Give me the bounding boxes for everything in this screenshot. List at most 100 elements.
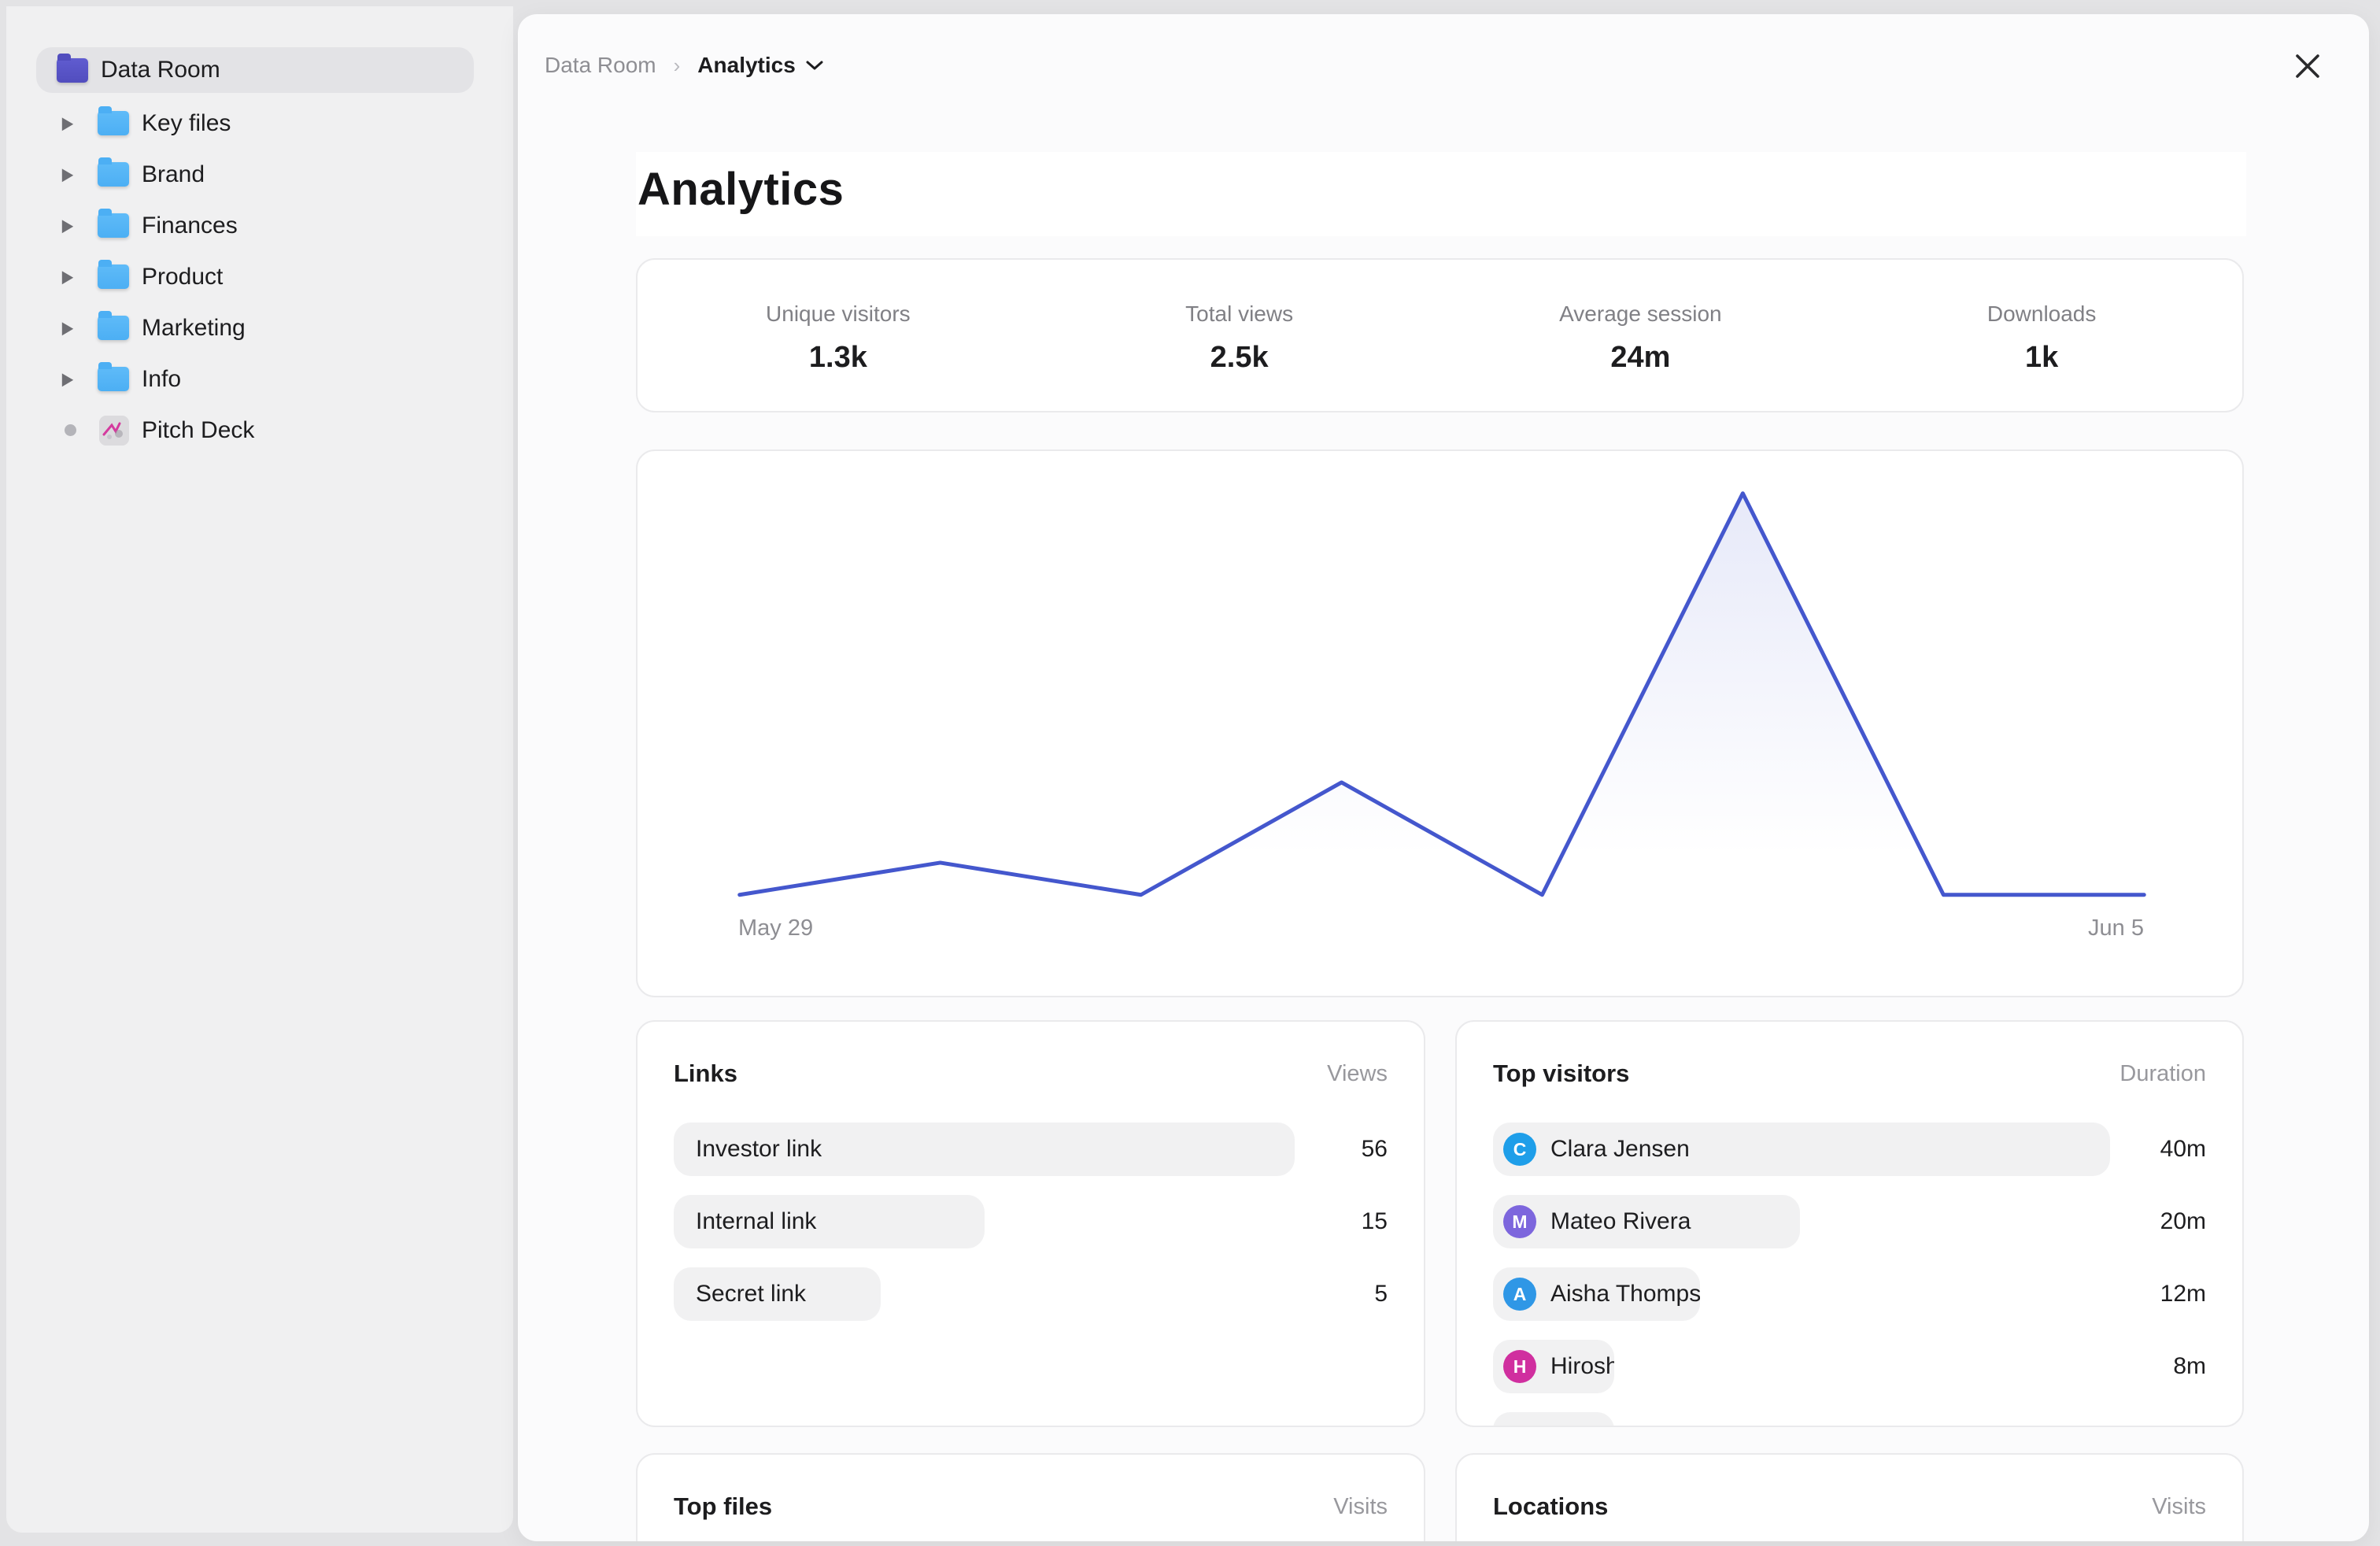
stat-label: Downloads xyxy=(1841,301,2242,327)
visitor-clara-jensen[interactable]: C Clara Jensen xyxy=(1493,1123,2110,1176)
link-row-investor: Investor link 56 xyxy=(674,1123,1388,1176)
chart-line xyxy=(740,494,2144,895)
breadcrumb-data-room[interactable]: Data Room xyxy=(545,53,656,78)
stat-value: 1k xyxy=(1841,341,2242,375)
visitors-duration-column: Duration xyxy=(2119,1061,2206,1087)
pitch-deck-thumbnail-icon xyxy=(99,416,129,446)
close-icon xyxy=(2293,51,2323,81)
sidebar-item-marketing[interactable]: ▶ Marketing xyxy=(6,302,513,353)
link-label: Investor link xyxy=(696,1136,822,1163)
locations-card: Locations Visits xyxy=(1455,1453,2244,1541)
visitor-row-clipped xyxy=(1493,1412,2206,1427)
link-label: Secret link xyxy=(696,1281,806,1307)
chevron-right-icon: ▶ xyxy=(62,319,74,336)
link-row-internal: Internal link 15 xyxy=(674,1195,1388,1248)
folder-icon xyxy=(98,111,129,135)
chart-area-fill xyxy=(740,494,2144,895)
title-band: Analytics xyxy=(636,152,2246,236)
sidebar-tree: ▶ Key files ▶ Brand ▶ Finances ▶ Product… xyxy=(6,98,513,456)
x-axis-tick-end: Jun 5 xyxy=(2088,915,2144,941)
visits-chart-card: May 29 Jun 5 xyxy=(636,449,2244,997)
sidebar-item-key-files[interactable]: ▶ Key files xyxy=(6,98,513,149)
sidebar-item-product[interactable]: ▶ Product xyxy=(6,251,513,302)
top-visitors-card: Top visitors Duration C Clara Jensen 40m… xyxy=(1455,1020,2244,1427)
sidebar-item-pitch-deck[interactable]: Pitch Deck xyxy=(6,405,513,456)
locations-visits-column: Visits xyxy=(2152,1494,2206,1520)
stat-label: Average session xyxy=(1440,301,1842,327)
dot-icon xyxy=(65,424,76,436)
sidebar: Data Room ▶ Key files ▶ Brand ▶ Finances… xyxy=(6,6,513,1533)
chevron-right-icon: ▶ xyxy=(62,165,74,183)
visitor-name: Hiroshi Tanaka xyxy=(1550,1353,1614,1380)
avatar: C xyxy=(1503,1133,1536,1166)
visitor-row-hiroshi-tanaka: H Hiroshi Tanaka 8m xyxy=(1493,1340,2206,1393)
locations-header: Locations Visits xyxy=(1493,1492,2206,1521)
visitors-title: Top visitors xyxy=(1493,1060,1629,1088)
main-panel: Data Room › Analytics Analytics Unique v… xyxy=(518,14,2369,1541)
sidebar-item-info[interactable]: ▶ Info xyxy=(6,353,513,405)
folder-icon xyxy=(98,264,129,289)
link-views-value: 56 xyxy=(1362,1136,1388,1163)
link-investor[interactable]: Investor link xyxy=(674,1123,1295,1176)
top-files-card: Top files Visits xyxy=(636,1453,1425,1541)
visitor-duration-value: 20m xyxy=(2160,1208,2206,1235)
sidebar-item-label: Info xyxy=(129,366,181,393)
stat-total-views: Total views 2.5k xyxy=(1039,297,1440,375)
avatar: A xyxy=(1503,1278,1536,1311)
locations-title: Locations xyxy=(1493,1492,1608,1521)
sidebar-item-label: Brand xyxy=(129,161,205,188)
visitor-name: Mateo Rivera xyxy=(1550,1208,1691,1235)
links-title: Links xyxy=(674,1060,737,1088)
avatar: M xyxy=(1503,1205,1536,1238)
visitor-mateo-rivera[interactable]: M Mateo Rivera xyxy=(1493,1195,1800,1248)
visitor-hiroshi-tanaka[interactable]: H Hiroshi Tanaka xyxy=(1493,1340,1614,1393)
link-label: Internal link xyxy=(696,1208,816,1235)
visitor-name: Clara Jensen xyxy=(1550,1136,1690,1163)
sidebar-item-brand[interactable]: ▶ Brand xyxy=(6,149,513,200)
links-header: Links Views xyxy=(674,1060,1388,1088)
breadcrumb-analytics-dropdown[interactable]: Analytics xyxy=(697,53,824,78)
sidebar-item-label: Key files xyxy=(129,110,231,137)
breadcrumb: Data Room › Analytics xyxy=(518,53,824,78)
link-internal[interactable]: Internal link xyxy=(674,1195,985,1248)
breadcrumb-current-label: Analytics xyxy=(697,53,796,78)
links-views-column: Views xyxy=(1327,1061,1388,1087)
link-secret[interactable]: Secret link xyxy=(674,1267,881,1321)
visitors-rows: C Clara Jensen 40m M Mateo Rivera 20m A … xyxy=(1493,1123,2206,1427)
stat-downloads: Downloads 1k xyxy=(1841,297,2242,375)
folder-icon-data-room xyxy=(57,58,88,83)
stat-label: Unique visitors xyxy=(638,301,1039,327)
visitor-row-clara-jensen: C Clara Jensen 40m xyxy=(1493,1123,2206,1176)
link-views-value: 5 xyxy=(1374,1281,1388,1307)
visitors-header: Top visitors Duration xyxy=(1493,1060,2206,1088)
visitor-duration-value: 12m xyxy=(2160,1281,2206,1307)
sidebar-item-label: Product xyxy=(129,264,223,290)
visitor-clipped[interactable] xyxy=(1493,1412,1614,1427)
stats-card: Unique visitors 1.3k Total views 2.5k Av… xyxy=(636,258,2244,412)
chevron-right-icon: ▶ xyxy=(62,216,74,234)
links-rows: Investor link 56 Internal link 15 Secret… xyxy=(674,1123,1388,1321)
chevron-right-icon: ▶ xyxy=(62,370,74,387)
avatar: H xyxy=(1503,1350,1536,1383)
close-button[interactable] xyxy=(2290,49,2325,83)
visitor-aisha-thompson[interactable]: A Aisha Thompson xyxy=(1493,1267,1700,1321)
link-row-secret: Secret link 5 xyxy=(674,1267,1388,1321)
link-views-value: 15 xyxy=(1362,1208,1388,1235)
sidebar-item-label: Pitch Deck xyxy=(129,417,254,444)
stat-value: 1.3k xyxy=(638,341,1039,375)
folder-icon xyxy=(98,162,129,187)
sidebar-item-finances[interactable]: ▶ Finances xyxy=(6,200,513,251)
links-card: Links Views Investor link 56 Internal li… xyxy=(636,1020,1425,1427)
stat-unique-visitors: Unique visitors 1.3k xyxy=(638,297,1039,375)
stat-value: 2.5k xyxy=(1039,341,1440,375)
page-title: Analytics xyxy=(636,152,2246,216)
sidebar-item-data-room[interactable]: Data Room xyxy=(36,47,474,93)
app: { "breadcrumb": { "parent": "Data Room",… xyxy=(0,0,2380,1546)
chevron-right-icon: › xyxy=(656,54,698,78)
visitor-row-mateo-rivera: M Mateo Rivera 20m xyxy=(1493,1195,2206,1248)
files-header: Top files Visits xyxy=(674,1492,1388,1521)
stat-value: 24m xyxy=(1440,341,1842,375)
visitor-name: Aisha Thompson xyxy=(1550,1281,1700,1307)
chevron-right-icon: ▶ xyxy=(62,114,74,131)
folder-icon xyxy=(98,213,129,238)
